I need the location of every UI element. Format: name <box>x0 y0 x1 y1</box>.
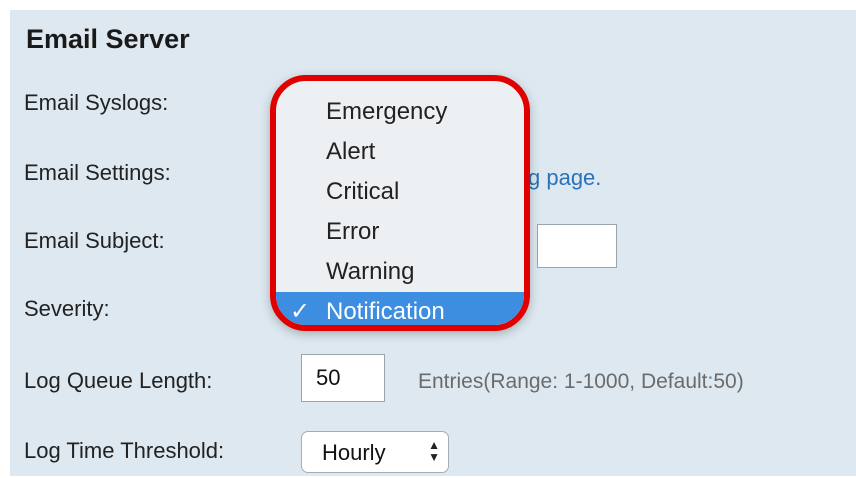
severity-option-error[interactable]: Error <box>276 212 524 252</box>
severity-option-emergency[interactable]: Emergency <box>276 92 524 132</box>
log-time-threshold-value: Hourly <box>322 440 386 465</box>
email-subject-label: Email Subject: <box>24 228 165 253</box>
severity-dropdown-menu[interactable]: Emergency Alert Critical Error Warning ✓… <box>270 75 530 331</box>
log-queue-length-input[interactable]: 50 <box>301 354 385 402</box>
severity-label: Severity: <box>24 296 110 321</box>
checkmark-icon: ✓ <box>290 298 311 325</box>
email-syslogs-label: Email Syslogs: <box>24 90 169 115</box>
severity-option-alert[interactable]: Alert <box>276 132 524 172</box>
section-title: Email Server <box>26 24 190 54</box>
log-time-threshold-select[interactable]: Hourly ▲ ▼ <box>301 431 449 473</box>
severity-option-critical[interactable]: Critical <box>276 172 524 212</box>
email-settings-label: Email Settings: <box>24 160 171 185</box>
log-time-threshold-label: Log Time Threshold: <box>24 438 225 463</box>
email-settings-link[interactable]: g page. <box>528 165 601 191</box>
severity-option-warning[interactable]: Warning <box>276 252 524 292</box>
log-queue-length-hint: Entries(Range: 1-1000, Default:50) <box>418 370 744 393</box>
email-subject-input[interactable] <box>537 224 617 268</box>
select-updown-icon: ▲ ▼ <box>428 438 440 464</box>
log-queue-length-label: Log Queue Length: <box>24 368 213 393</box>
severity-option-notification[interactable]: ✓ Notification <box>276 292 524 325</box>
